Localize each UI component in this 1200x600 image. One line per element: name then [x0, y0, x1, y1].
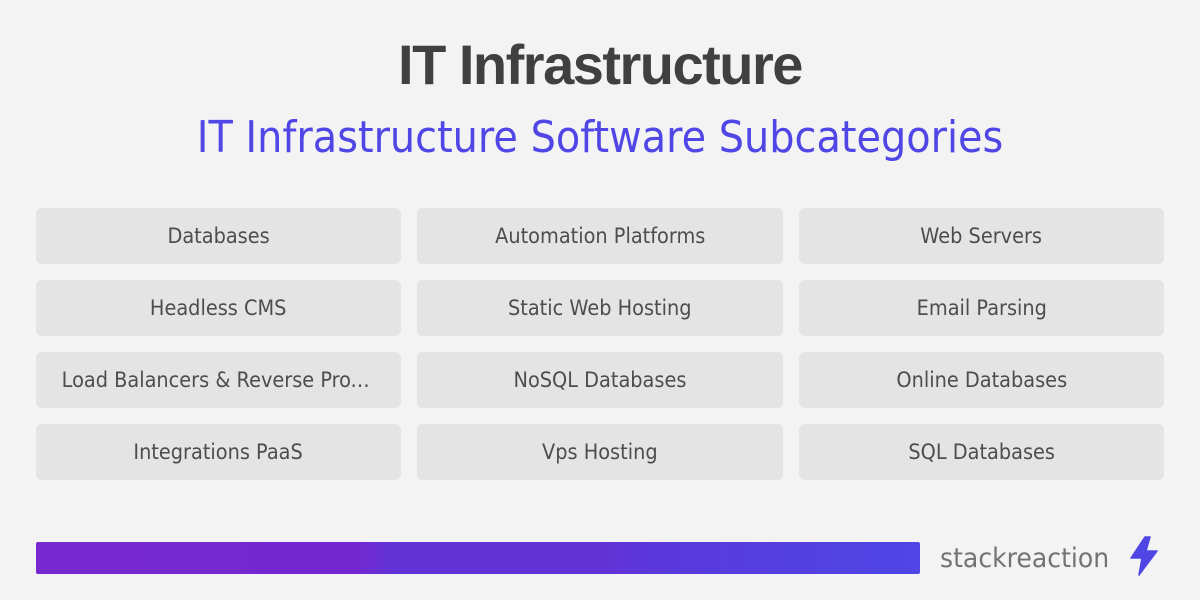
subcategory-label: Databases — [167, 224, 270, 248]
subcategory-label: Online Databases — [896, 368, 1067, 392]
page-title: IT Infrastructure — [398, 33, 803, 96]
subcategory-label: Web Servers — [920, 224, 1043, 248]
subcategory-card-load-balancers[interactable]: Load Balancers & Reverse Proxies — [36, 352, 401, 408]
subcategory-card-databases[interactable]: Databases — [36, 208, 401, 264]
subcategory-card-automation-platforms[interactable]: Automation Platforms — [417, 208, 783, 264]
subcategory-card-web-servers[interactable]: Web Servers — [799, 208, 1164, 264]
subcategory-card-sql-databases[interactable]: SQL Databases — [799, 424, 1164, 480]
subcategory-label: Static Web Hosting — [508, 296, 692, 320]
subcategory-card-nosql-databases[interactable]: NoSQL Databases — [417, 352, 783, 408]
brand-logo: stackreaction — [940, 536, 1122, 580]
lightning-bolt-icon — [1130, 536, 1158, 576]
subcategory-label: Headless CMS — [150, 296, 287, 320]
subcategory-label: Email Parsing — [916, 296, 1047, 320]
subcategory-grid: Databases Automation Platforms Web Serve… — [36, 208, 1164, 480]
subcategory-label: Vps Hosting — [542, 440, 658, 464]
subcategory-label: NoSQL Databases — [513, 368, 687, 392]
subcategory-label: Integrations PaaS — [133, 440, 304, 464]
subcategory-label: SQL Databases — [908, 440, 1055, 464]
subcategory-card-headless-cms[interactable]: Headless CMS — [36, 280, 401, 336]
subcategory-card-static-web-hosting[interactable]: Static Web Hosting — [417, 280, 783, 336]
lightning-bolt-shape — [1130, 536, 1158, 576]
page-subtitle: IT Infrastructure Software Subcategories — [196, 112, 1004, 163]
subcategory-card-online-databases[interactable]: Online Databases — [799, 352, 1164, 408]
subcategory-label: Load Balancers & Reverse Proxies — [61, 368, 376, 392]
subcategory-card-email-parsing[interactable]: Email Parsing — [799, 280, 1164, 336]
gradient-bar — [36, 542, 920, 574]
subcategory-label: Automation Platforms — [494, 224, 706, 248]
brand-name: stackreaction — [940, 542, 1110, 574]
subcategory-card-vps-hosting[interactable]: Vps Hosting — [417, 424, 783, 480]
subcategory-card-integrations-paas[interactable]: Integrations PaaS — [36, 424, 401, 480]
